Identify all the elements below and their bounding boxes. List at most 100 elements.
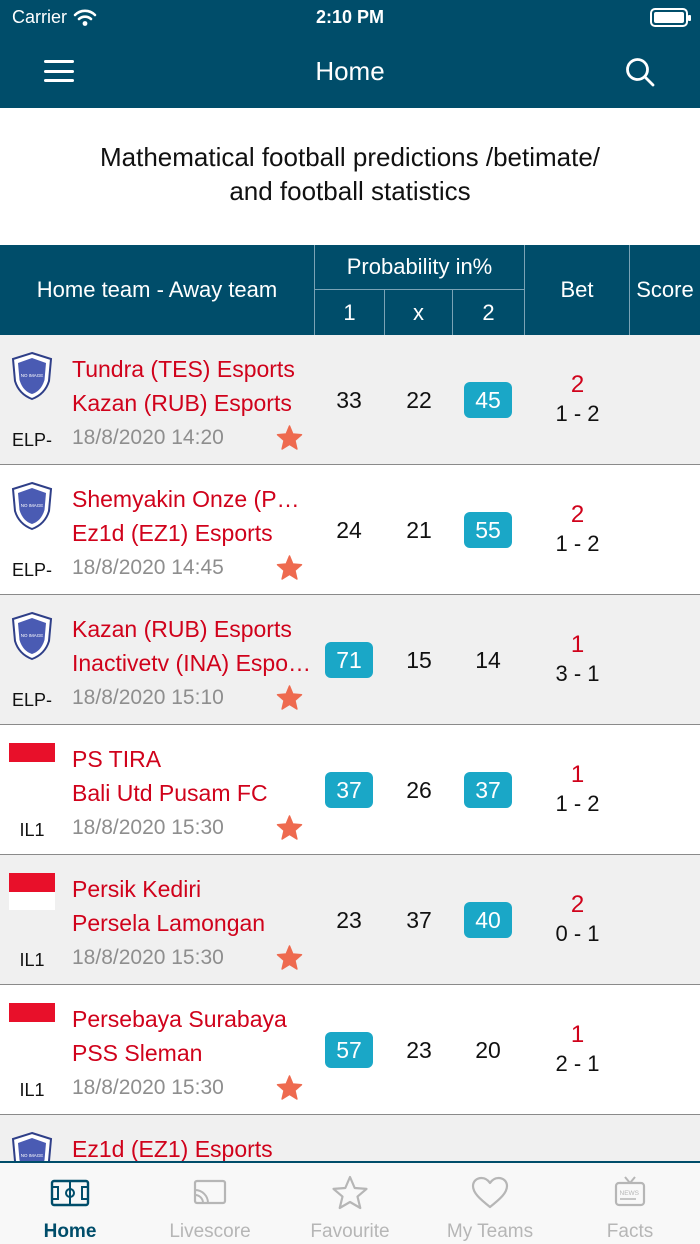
- heading-line-1: Mathematical football predictions /betim…: [99, 142, 601, 172]
- page-heading: Mathematical football predictions /betim…: [0, 140, 700, 208]
- svg-text:NO IMAGE: NO IMAGE: [21, 373, 44, 378]
- svg-text:NO IMAGE: NO IMAGE: [21, 503, 44, 508]
- clock: 2:10 PM: [315, 7, 385, 27]
- home-team[interactable]: Ez1d (EZ1) Esports: [72, 1136, 312, 1162]
- table-header: Home team - Away team Probability in% 1 …: [0, 245, 700, 335]
- predicted-score: 2 - 1: [555, 1051, 600, 1076]
- league-code: IL1: [19, 950, 45, 970]
- status-bar: Carrier 2:10 PM: [0, 0, 700, 36]
- match-row[interactable]: IL1 Persebaya Surabaya PSS Sleman 18/8/2…: [0, 985, 700, 1115]
- away-team[interactable]: Bali Utd Pusam FC: [72, 780, 312, 807]
- header-probability: Probability in%: [315, 245, 525, 290]
- match-list: NO IMAGE ELP- Tundra (TES) Esports Kazan…: [0, 335, 700, 1162]
- favourite-star-icon[interactable]: [276, 685, 303, 711]
- favourite-star-icon[interactable]: [276, 555, 303, 581]
- league-code: IL1: [19, 1080, 45, 1100]
- favourite-star-icon[interactable]: [276, 815, 303, 841]
- match-row[interactable]: NO IMAGE ELP- Tundra (TES) Esports Kazan…: [0, 335, 700, 465]
- bet-tip: 1: [570, 631, 585, 658]
- predicted-score: 1 - 2: [555, 401, 600, 426]
- tab-home-label: Home: [43, 1221, 97, 1242]
- match-row[interactable]: NO IMAGE ELP- Kazan (RUB) Esports Inacti…: [0, 595, 700, 725]
- page-title: Home: [315, 56, 385, 86]
- match-row[interactable]: IL1 PS TIRA Bali Utd Pusam FC 18/8/2020 …: [0, 725, 700, 855]
- tab-favourite[interactable]: Favourite: [280, 1163, 420, 1244]
- team-shield-icon: NO IMAGE: [11, 1131, 53, 1162]
- prob-away: 45: [464, 382, 512, 418]
- tab-home[interactable]: Home: [0, 1163, 140, 1244]
- tab-facts-label: Facts: [606, 1221, 654, 1242]
- header-col-2: 2: [453, 290, 525, 335]
- prob-home: 57: [325, 1032, 373, 1068]
- match-row[interactable]: IL1 Persik Kediri Persela Lamongan 18/8/…: [0, 855, 700, 985]
- bet-tip: 1: [570, 1021, 585, 1048]
- home-team[interactable]: Persik Kediri: [72, 876, 312, 903]
- tab-my-teams[interactable]: My Teams: [420, 1163, 560, 1244]
- match-row[interactable]: NO IMAGE Ez1d (EZ1) Esports 1: [0, 1115, 700, 1162]
- away-team[interactable]: Persela Lamongan: [72, 910, 312, 937]
- team-shield-icon: NO IMAGE: [11, 481, 53, 531]
- match-date: 18/8/2020 15:10: [72, 686, 224, 709]
- predicted-score: 3 - 1: [555, 661, 600, 686]
- favourite-star-icon[interactable]: [276, 425, 303, 451]
- bet-tip: 2: [570, 891, 585, 918]
- favourite-star-icon[interactable]: [276, 1075, 303, 1101]
- svg-text:NO IMAGE: NO IMAGE: [21, 633, 44, 638]
- prob-home: 37: [325, 772, 373, 808]
- prob-draw: 37: [406, 907, 432, 933]
- prob-home: 24: [336, 517, 362, 543]
- prob-home: 23: [336, 907, 362, 933]
- country-flag-icon: [9, 1003, 55, 1040]
- header-score: Score: [636, 277, 694, 302]
- heart-icon: [471, 1176, 509, 1209]
- prob-away: 37: [464, 772, 512, 808]
- tab-livescore[interactable]: Livescore: [140, 1163, 280, 1244]
- prob-draw: 26: [406, 777, 432, 803]
- tab-facts[interactable]: NEWS Facts: [560, 1163, 700, 1244]
- cast-icon: [193, 1179, 227, 1205]
- nav-bar: Home: [0, 36, 700, 108]
- away-team[interactable]: Inactivetv (INA) Espo…: [72, 650, 312, 677]
- league-code: IL1: [19, 820, 45, 840]
- favourite-star-icon[interactable]: [276, 945, 303, 971]
- prob-home: 71: [325, 642, 373, 678]
- away-team[interactable]: Kazan (RUB) Esports: [72, 390, 312, 417]
- home-team[interactable]: PS TIRA: [72, 746, 312, 773]
- search-icon[interactable]: [624, 56, 656, 88]
- bet-tip: 2: [570, 501, 585, 528]
- away-team[interactable]: Ez1d (EZ1) Esports: [72, 520, 312, 547]
- tab-livescore-label: Livescore: [169, 1221, 251, 1242]
- prob-draw: 22: [406, 387, 432, 413]
- predicted-score: 0 - 1: [555, 921, 600, 946]
- match-row[interactable]: NO IMAGE ELP- Shemyakin Onze (PS… Ez1d (…: [0, 465, 700, 595]
- tab-my-teams-label: My Teams: [446, 1221, 534, 1242]
- league-code: ELP-: [11, 560, 53, 580]
- pitch-icon: [50, 1179, 90, 1207]
- predicted-score: 1 - 2: [555, 791, 600, 816]
- team-shield-icon: NO IMAGE: [11, 611, 53, 661]
- home-team[interactable]: Kazan (RUB) Esports: [72, 616, 312, 643]
- header-teams: Home team - Away team: [0, 245, 315, 335]
- prob-away: 20: [475, 1037, 501, 1063]
- predicted-score: 1 - 2: [555, 531, 600, 556]
- home-team[interactable]: Tundra (TES) Esports: [72, 356, 312, 383]
- home-team[interactable]: Shemyakin Onze (PS…: [72, 486, 312, 513]
- match-date: 18/8/2020 15:30: [72, 1076, 224, 1099]
- prob-away: 40: [464, 902, 512, 938]
- news-tv-icon: NEWS: [614, 1176, 646, 1207]
- bet-tip: 1: [570, 761, 585, 788]
- country-flag-icon: [9, 743, 55, 780]
- battery-icon: [650, 8, 691, 27]
- heading-line-2: and football statistics: [229, 176, 471, 206]
- match-date: 18/8/2020 15:30: [72, 946, 224, 969]
- tab-favourite-label: Favourite: [310, 1221, 390, 1242]
- country-flag-icon: [9, 873, 55, 910]
- away-team[interactable]: PSS Sleman: [72, 1040, 312, 1067]
- svg-text:NO IMAGE: NO IMAGE: [21, 1153, 44, 1158]
- bet-tip: 2: [570, 371, 585, 398]
- header-col-1: 1: [315, 290, 385, 335]
- top-bar: Carrier 2:10 PM Home: [0, 0, 700, 108]
- home-team[interactable]: Persebaya Surabaya: [72, 1006, 312, 1033]
- match-date: 18/8/2020 15:30: [72, 816, 224, 839]
- prob-away: 55: [464, 512, 512, 548]
